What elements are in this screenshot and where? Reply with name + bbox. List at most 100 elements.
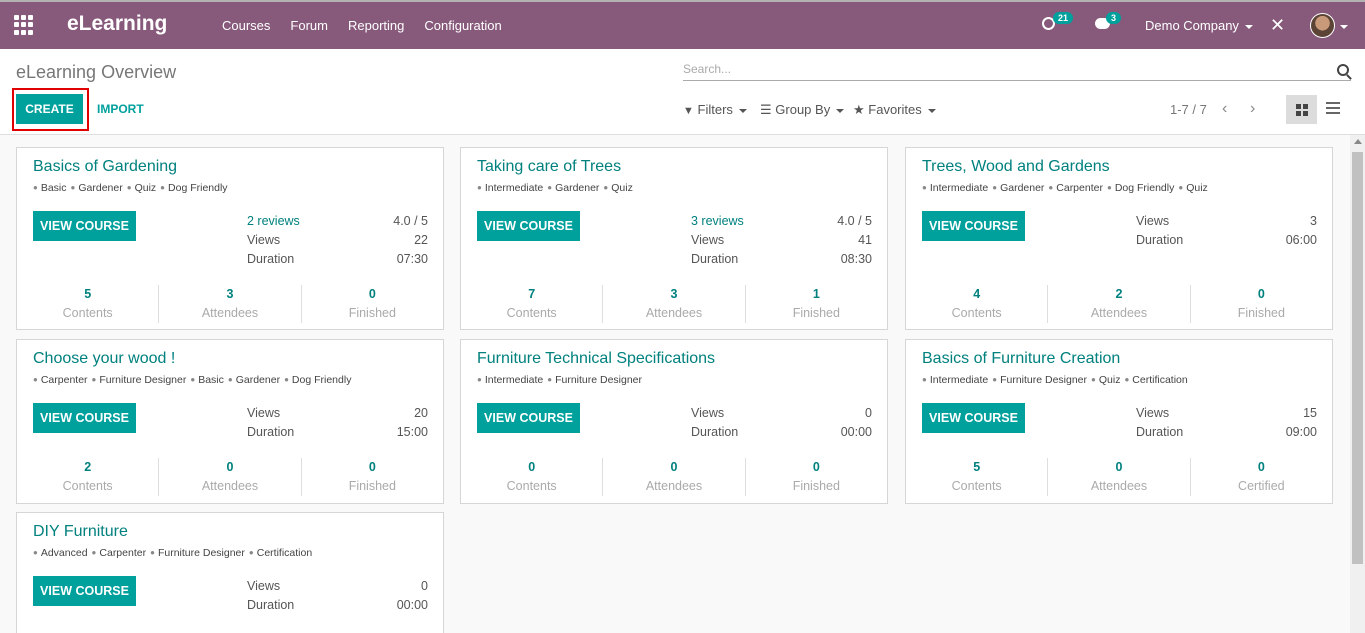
messages-button[interactable]: 3 bbox=[1095, 12, 1122, 32]
filters-dropdown[interactable]: ▼ Filters bbox=[683, 102, 747, 117]
view-course-button[interactable]: VIEW COURSE bbox=[33, 576, 136, 606]
tag: Carpenter bbox=[33, 374, 88, 386]
finished-counter[interactable]: 1 Finished bbox=[744, 285, 887, 323]
attendees-counter[interactable]: 0 Attendees bbox=[602, 458, 744, 496]
attendees-counter[interactable]: 0 Attendees bbox=[158, 458, 300, 496]
count-label: Certified bbox=[1238, 479, 1285, 493]
filters-label: Filters bbox=[697, 102, 733, 117]
count-label: Finished bbox=[792, 306, 840, 320]
course-title[interactable]: DIY Furniture bbox=[33, 523, 128, 541]
create-button[interactable]: CREATE bbox=[16, 94, 83, 124]
activity-button[interactable]: 21 bbox=[1042, 12, 1074, 33]
count-label: Finished bbox=[792, 479, 840, 493]
tag: Carpenter bbox=[1048, 182, 1103, 194]
contents-counter[interactable]: 0 Contents bbox=[461, 458, 602, 496]
count-label: Contents bbox=[506, 479, 557, 493]
favorites-label: Favorites bbox=[868, 102, 922, 117]
course-card[interactable]: Furniture Technical Specifications Inter… bbox=[460, 339, 888, 504]
view-course-button[interactable]: VIEW COURSE bbox=[477, 211, 580, 241]
course-title[interactable]: Basics of Furniture Creation bbox=[922, 350, 1120, 368]
company-switcher[interactable]: Demo Company bbox=[1145, 18, 1253, 33]
count-value: 5 bbox=[84, 287, 92, 301]
count-value: 0 bbox=[812, 460, 820, 474]
tag: Advanced bbox=[33, 547, 88, 559]
debug-tools-icon[interactable]: ✕ bbox=[1270, 15, 1285, 36]
reviews-link[interactable]: 2 reviews bbox=[247, 214, 300, 228]
course-counters: 5 Contents 3 Attendees 0 Finished bbox=[17, 285, 443, 323]
search-input[interactable] bbox=[683, 59, 1323, 76]
attendees-counter[interactable]: 3 Attendees bbox=[158, 285, 300, 323]
finished-counter[interactable]: 0 Finished bbox=[744, 458, 887, 496]
pager-next-icon[interactable]: › bbox=[1250, 100, 1255, 118]
finished-counter[interactable]: 0 Finished bbox=[1189, 285, 1332, 323]
tag: Furniture Designer bbox=[547, 374, 642, 386]
tag: Quiz bbox=[603, 182, 632, 194]
reviews-link[interactable]: 3 reviews bbox=[691, 214, 744, 228]
course-counters: 4 Contents 2 Attendees 0 Finished bbox=[906, 285, 1332, 323]
tag: Gardener bbox=[228, 374, 280, 386]
tag: Certification bbox=[249, 547, 312, 559]
duration-label: Duration bbox=[691, 425, 739, 439]
course-card[interactable]: Basics of Gardening Basic Gardener Quiz Dog… bbox=[16, 147, 444, 330]
scrollbar-thumb[interactable] bbox=[1352, 152, 1363, 564]
star-icon: ★ bbox=[853, 102, 865, 117]
attendees-counter[interactable]: 0 Attendees bbox=[1047, 458, 1189, 496]
views-label: Views bbox=[247, 233, 281, 247]
duration-value: 08:30 bbox=[840, 252, 872, 266]
import-button[interactable]: IMPORT bbox=[97, 102, 144, 116]
view-course-button[interactable]: VIEW COURSE bbox=[477, 403, 580, 433]
course-title[interactable]: Trees, Wood and Gardens bbox=[922, 158, 1110, 176]
menu-courses[interactable]: Courses bbox=[212, 18, 280, 33]
chevron-down-icon bbox=[1244, 24, 1253, 29]
tag: Furniture Designer bbox=[150, 547, 245, 559]
groupby-dropdown[interactable]: ☰ Group By bbox=[760, 102, 845, 118]
groupby-label: Group By bbox=[775, 102, 831, 117]
menu-reporting[interactable]: Reporting bbox=[338, 18, 414, 33]
contents-counter[interactable]: 2 Contents bbox=[17, 458, 158, 496]
duration-value: 06:00 bbox=[1285, 233, 1317, 247]
count-value: 7 bbox=[528, 287, 536, 301]
count-label: Attendees bbox=[1090, 306, 1148, 320]
pager-previous-icon[interactable]: ‹ bbox=[1222, 100, 1227, 118]
view-course-button[interactable]: VIEW COURSE bbox=[922, 211, 1025, 241]
course-card[interactable]: Choose your wood ! Carpenter Furniture De… bbox=[16, 339, 444, 504]
view-course-button[interactable]: VIEW COURSE bbox=[33, 211, 136, 241]
menu-forum[interactable]: Forum bbox=[280, 18, 338, 33]
chevron-down-icon bbox=[738, 108, 747, 113]
contents-counter[interactable]: 5 Contents bbox=[906, 458, 1047, 496]
kanban-view-icon[interactable] bbox=[1286, 95, 1317, 124]
user-menu-caret[interactable] bbox=[1340, 18, 1348, 33]
view-course-button[interactable]: VIEW COURSE bbox=[922, 403, 1025, 433]
apps-menu-icon[interactable] bbox=[14, 15, 34, 35]
certified-counter[interactable]: 0 Certified bbox=[1189, 458, 1332, 496]
tag: Intermediate bbox=[922, 374, 988, 386]
course-card[interactable]: Trees, Wood and Gardens Intermediate Gard… bbox=[905, 147, 1333, 330]
course-card[interactable]: Taking care of Trees Intermediate Gardene… bbox=[460, 147, 888, 330]
duration-value: 07:30 bbox=[396, 252, 428, 266]
contents-counter[interactable]: 4 Contents bbox=[906, 285, 1047, 323]
count-value: 3 bbox=[670, 287, 678, 301]
count-value: 0 bbox=[1115, 460, 1123, 474]
finished-counter[interactable]: 0 Finished bbox=[300, 458, 443, 496]
contents-counter[interactable]: 7 Contents bbox=[461, 285, 602, 323]
list-view-icon[interactable] bbox=[1326, 102, 1340, 114]
view-course-button[interactable]: VIEW COURSE bbox=[33, 403, 136, 433]
finished-counter[interactable]: 0 Finished bbox=[300, 285, 443, 323]
attendees-counter[interactable]: 2 Attendees bbox=[1047, 285, 1189, 323]
scroll-up-icon[interactable] bbox=[1354, 139, 1362, 144]
course-title[interactable]: Choose your wood ! bbox=[33, 350, 175, 368]
course-title[interactable]: Basics of Gardening bbox=[33, 158, 177, 176]
search-icon[interactable] bbox=[1337, 64, 1349, 76]
course-card[interactable]: Basics of Furniture Creation Intermediat… bbox=[905, 339, 1333, 504]
course-card[interactable]: DIY Furniture Advanced CarpenterFurniture… bbox=[16, 512, 444, 633]
app-brand[interactable]: eLearning bbox=[67, 12, 167, 36]
avatar[interactable] bbox=[1310, 13, 1335, 38]
course-title[interactable]: Furniture Technical Specifications bbox=[477, 350, 715, 368]
menu-configuration[interactable]: Configuration bbox=[414, 18, 511, 33]
contents-counter[interactable]: 5 Contents bbox=[17, 285, 158, 323]
attendees-counter[interactable]: 3 Attendees bbox=[602, 285, 744, 323]
course-title[interactable]: Taking care of Trees bbox=[477, 158, 621, 176]
favorites-dropdown[interactable]: ★ Favorites bbox=[853, 102, 936, 118]
course-tags: Intermediate Gardener Quiz bbox=[477, 182, 637, 194]
pager-value[interactable]: 1-7 / 7 bbox=[1170, 102, 1207, 117]
